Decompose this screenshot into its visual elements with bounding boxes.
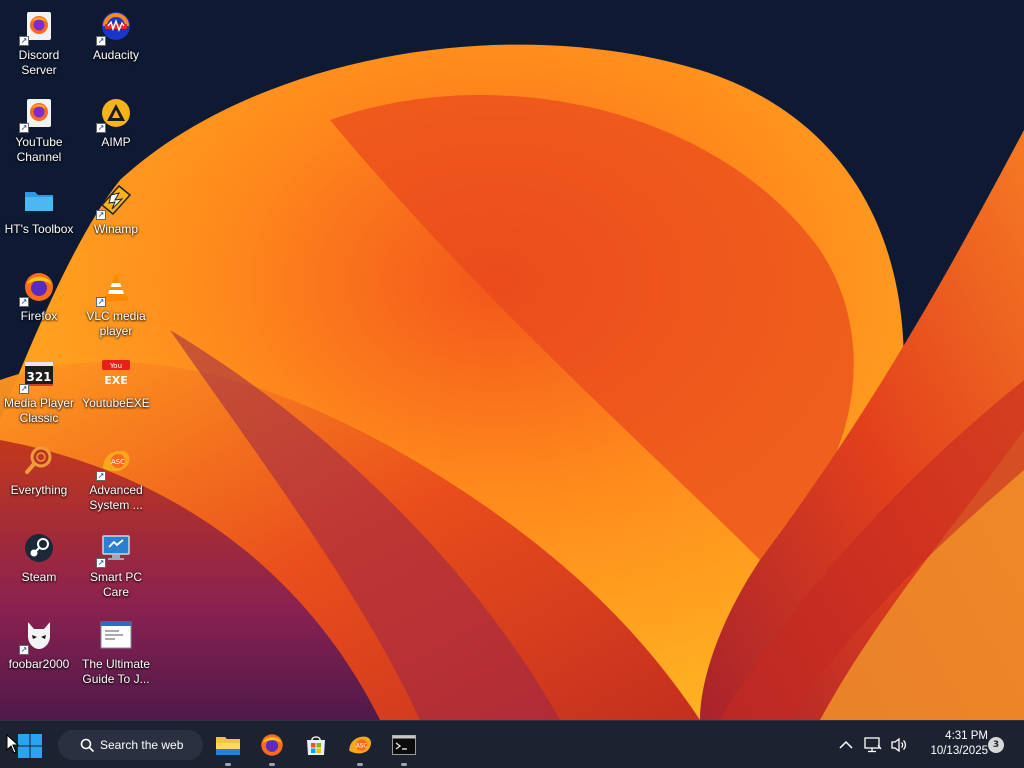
advanced-systemcare-icon: ASC ↗ <box>96 443 134 481</box>
svg-text:You: You <box>109 362 122 370</box>
desktop-icon-ultimate-guide[interactable]: The Ultimate Guide To J... <box>77 617 155 687</box>
taskbar-app-advanced-systemcare[interactable]: ASC <box>344 729 376 766</box>
clock-time: 4:31 PM <box>945 730 988 742</box>
desktop-icon-label: YoutubeEXE <box>82 396 150 410</box>
mouse-cursor-icon <box>6 734 20 754</box>
desktop-icon-label: Smart PC Care <box>89 570 142 599</box>
show-hidden-icons-button[interactable] <box>836 721 856 768</box>
smart-pc-care-icon: ↗ <box>96 530 134 568</box>
winamp-icon: ↗ <box>96 182 134 220</box>
desktop-icon-label: VLC media player <box>86 309 146 338</box>
taskbar: Search the web ASC 4:31 PM 10/13/2025 3 <box>0 720 1024 768</box>
desktop-icon-label: Discord Server <box>18 48 60 77</box>
firefox-icon: ↗ <box>19 269 57 307</box>
desktop-icon-smart-pc-care[interactable]: ↗ Smart PC Care <box>77 530 155 600</box>
desktop-icon-label: Advanced System ... <box>89 483 143 512</box>
search-box[interactable]: Search the web <box>58 730 203 760</box>
network-icon <box>864 737 882 753</box>
file-explorer-icon <box>216 737 240 755</box>
chevron-up-icon <box>839 740 853 749</box>
desktop-icon-youtubeexe[interactable]: You EXE YoutubeEXE <box>77 356 155 411</box>
desktop-icon-hts-toolbox[interactable]: HT's Toolbox <box>0 182 78 237</box>
advanced-systemcare-icon: ASC <box>349 736 372 754</box>
volume-control[interactable] <box>888 721 910 768</box>
steam-icon <box>21 530 57 566</box>
desktop-icon-label: YouTube Channel <box>15 135 63 164</box>
aimp-icon: ↗ <box>96 95 134 133</box>
search-label: Search the web <box>100 738 184 752</box>
desktop-icon-audacity[interactable]: ↗ Audacity <box>77 8 155 63</box>
media-player-classic-icon: 321 ↗ <box>19 356 57 394</box>
everything-search-icon <box>21 443 57 479</box>
terminal-icon <box>392 735 416 755</box>
desktop-icon-media-player-classic[interactable]: 321 ↗ Media Player Classic <box>0 356 78 426</box>
desktop-icon-label: The Ultimate Guide To J... <box>81 657 151 686</box>
desktop-icon-foobar2000[interactable]: ↗ foobar2000 <box>0 617 78 672</box>
desktop-icon-label: HT's Toolbox <box>4 222 74 236</box>
document-icon <box>98 617 134 653</box>
desktop-icon-label: Everything <box>10 483 68 497</box>
speaker-icon <box>891 737 907 753</box>
svg-text:EXE: EXE <box>104 374 128 387</box>
desktop-icon-youtube-channel[interactable]: ↗ YouTube Channel <box>0 95 78 165</box>
folder-icon <box>21 182 57 218</box>
firefox-shortcut-icon: ↗ <box>19 95 57 133</box>
desktop-icon-winamp[interactable]: ↗ Winamp <box>77 182 155 237</box>
windows-logo-icon <box>18 734 42 758</box>
vlc-icon: ↗ <box>96 269 134 307</box>
desktop-icon-label: Media Player Classic <box>3 396 75 425</box>
svg-text:ASC: ASC <box>111 458 125 466</box>
desktop-icon-label: Winamp <box>93 222 138 236</box>
desktop-icon-label: AIMP <box>101 135 131 149</box>
taskbar-app-firefox[interactable] <box>256 729 288 766</box>
desktop-icon-vlc[interactable]: ↗ VLC media player <box>77 269 155 339</box>
desktop-icon-advanced-systemcare[interactable]: ASC ↗ Advanced System ... <box>77 443 155 513</box>
clock[interactable]: 4:31 PM 10/13/2025 <box>916 729 988 759</box>
firefox-shortcut-icon: ↗ <box>19 8 57 46</box>
clock-date: 10/13/2025 <box>930 745 988 757</box>
network-status[interactable] <box>862 721 884 768</box>
firefox-icon <box>261 734 283 756</box>
desktop-icon-label: Firefox <box>20 309 58 323</box>
taskbar-app-microsoft-store[interactable] <box>300 729 332 761</box>
audacity-icon: ↗ <box>96 8 134 46</box>
desktop-icon-steam[interactable]: Steam <box>0 530 78 585</box>
desktop-icon-aimp[interactable]: ↗ AIMP <box>77 95 155 150</box>
youtubeexe-icon: You EXE <box>98 356 134 392</box>
desktop-icon-label: Steam <box>21 570 57 584</box>
desktop-icon-firefox[interactable]: ↗ Firefox <box>0 269 78 324</box>
desktop-icon-everything[interactable]: Everything <box>0 443 78 498</box>
desktop-icon-label: Audacity <box>92 48 140 62</box>
store-icon <box>307 736 325 755</box>
taskbar-app-command-prompt[interactable] <box>388 729 420 766</box>
search-icon <box>80 738 94 752</box>
taskbar-app-file-explorer[interactable] <box>212 729 244 766</box>
svg-text:321: 321 <box>26 370 51 384</box>
foobar2000-icon: ↗ <box>19 617 57 655</box>
notification-badge[interactable]: 3 <box>988 737 1004 753</box>
desktop-icon-label: foobar2000 <box>8 657 70 671</box>
desktop-icon-discord-server[interactable]: ↗ Discord Server <box>0 8 78 78</box>
svg-text:ASC: ASC <box>356 743 368 749</box>
